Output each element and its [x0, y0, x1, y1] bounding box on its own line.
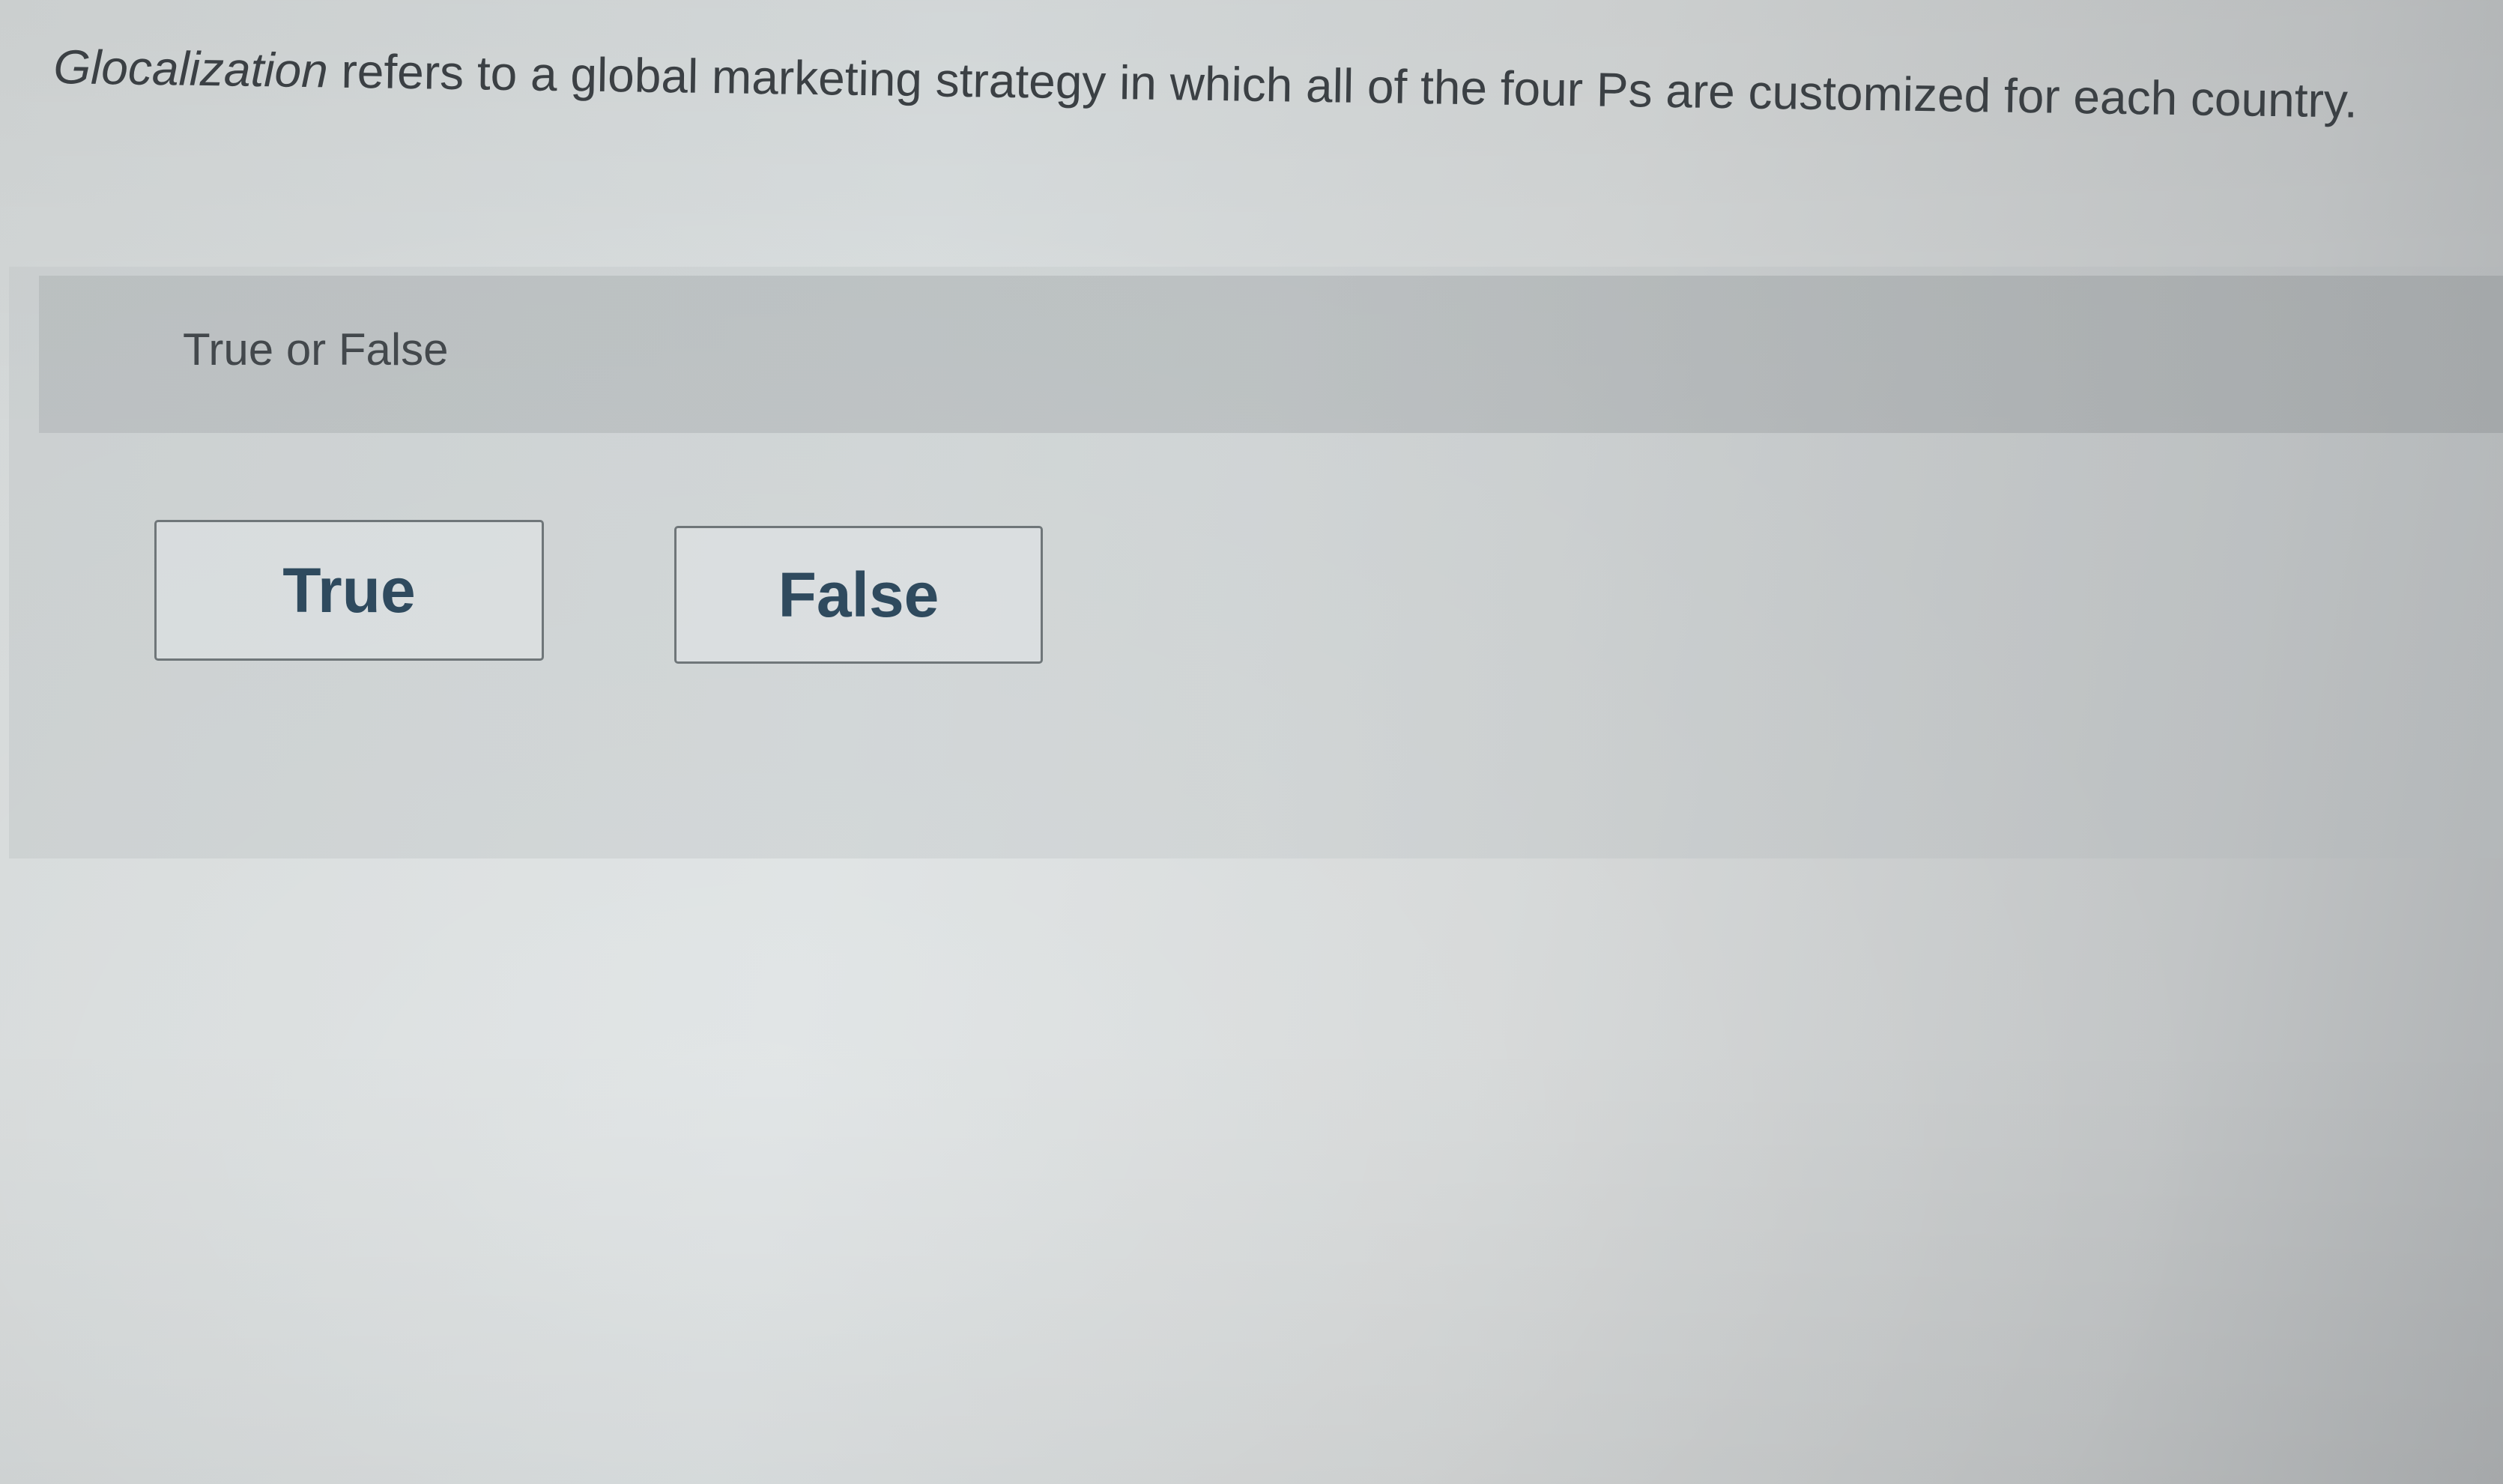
question-body: refers to a global marketing strategy in… — [327, 43, 2358, 128]
true-button[interactable]: True — [154, 520, 544, 661]
false-button[interactable]: False — [674, 526, 1043, 664]
question-term: Glocalization — [52, 39, 329, 98]
question-type-label: True or False — [183, 324, 449, 375]
question-text: Glocalization refers to a global marketi… — [53, 36, 2481, 134]
